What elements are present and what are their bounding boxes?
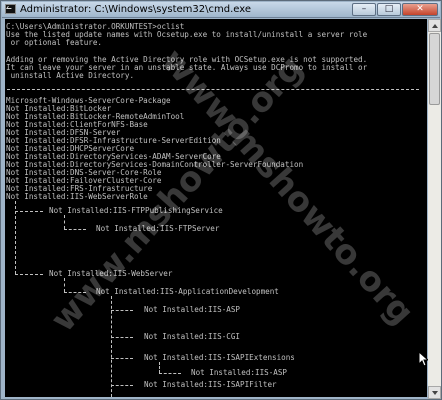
close-button[interactable]: ✕ (402, 3, 438, 16)
tree-connector (64, 292, 86, 293)
tree-connector (64, 278, 65, 292)
tree-connector (111, 385, 133, 386)
vertical-scrollbar[interactable] (428, 19, 441, 399)
tree-item: Not Installed:IIS-ASP (191, 368, 288, 377)
tree-item: Not Installed:IIS-ApplicationDevelopment (96, 287, 279, 296)
tree-connector (111, 296, 112, 397)
tree-item: Not Installed:IIS-CGI (144, 332, 241, 341)
separator-line (7, 89, 419, 90)
tree-item: Not Installed:IIS-ISAPIExtensions (144, 353, 295, 362)
tree-connector (159, 362, 160, 373)
cmd-window: Administrator: C:\Windows\system32\cmd.e… (0, 0, 442, 400)
tree-connector (15, 274, 43, 275)
scroll-thumb[interactable] (429, 33, 440, 105)
minimize-button[interactable]: – (352, 3, 376, 16)
scroll-down-icon[interactable] (428, 386, 441, 399)
tree-item: Not Installed:IIS-FTPPublishingService (49, 206, 223, 215)
tree-connector (159, 373, 181, 374)
tree-connector (15, 211, 43, 212)
console-output[interactable]: C:\Users\Administrator.ORKUNTEST>oclist … (5, 19, 427, 397)
maximize-button[interactable]: □ (377, 3, 401, 16)
scroll-up-icon[interactable] (428, 19, 441, 32)
feature-line: Not Installed:IIS-WebServerRole (6, 192, 148, 201)
console-line: or optional feature. (6, 38, 103, 47)
window-controls: – □ ✕ (351, 3, 438, 16)
tree-item: Not Installed:IIS-ASP (144, 305, 241, 314)
tree-connector (111, 358, 133, 359)
tree-item: Not Installed:IIS-ISAPIFilter (144, 380, 277, 389)
tree-connector (64, 229, 86, 230)
console-line: uninstall Active Directory. (6, 71, 135, 80)
window-title: Administrator: C:\Windows\system32\cmd.e… (20, 4, 252, 15)
title-bar[interactable]: Administrator: C:\Windows\system32\cmd.e… (2, 2, 440, 18)
cmd-icon (5, 4, 16, 14)
tree-item: Not Installed:IIS-WebServer (49, 269, 173, 278)
mouse-pointer-icon (418, 351, 428, 367)
tree-connector (111, 337, 133, 338)
tree-connector (64, 215, 65, 229)
tree-connector (111, 310, 133, 311)
tree-item: Not Installed:IIS-FTPServer (96, 224, 220, 233)
